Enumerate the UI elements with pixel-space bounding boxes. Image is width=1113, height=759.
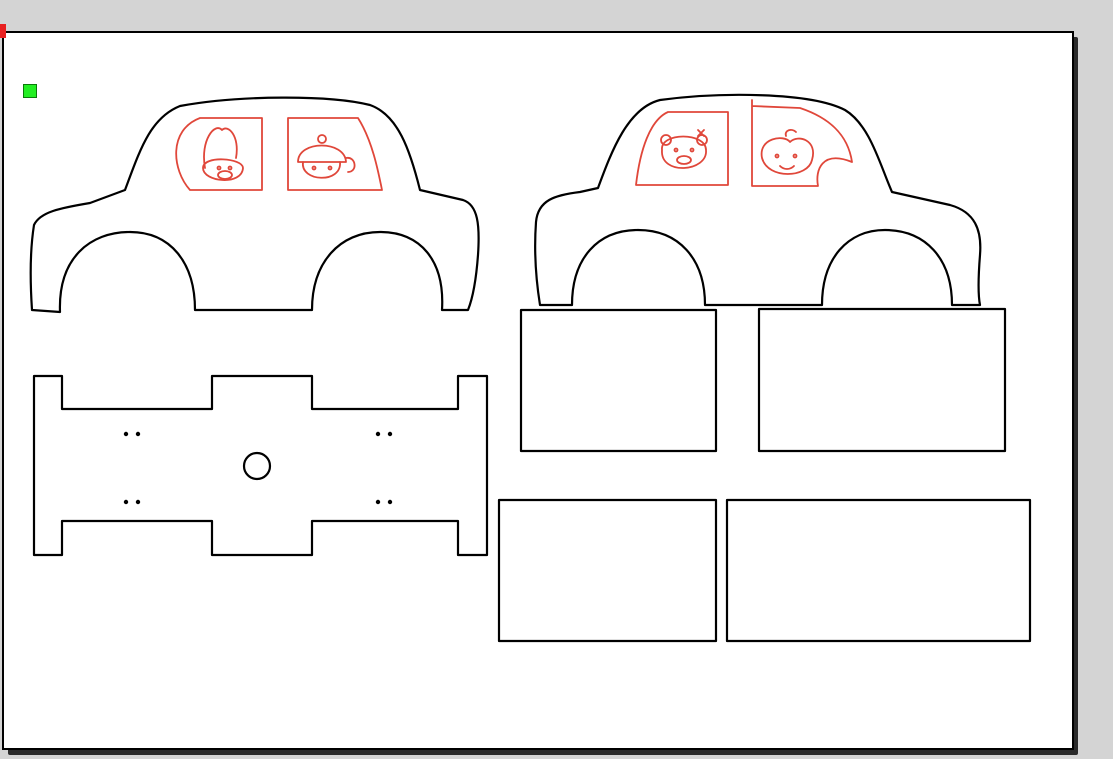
axle-dot <box>123 431 129 437</box>
car-side-right[interactable] <box>534 93 982 307</box>
rabbit-face-icon <box>202 127 244 181</box>
apple-face-icon <box>760 129 814 175</box>
panel-1[interactable] <box>519 308 718 453</box>
axle-dot <box>387 499 393 505</box>
center-hole <box>242 451 272 481</box>
workspace <box>0 0 1113 759</box>
panel-2[interactable] <box>757 307 1007 453</box>
right-car-rear-window <box>635 111 729 186</box>
axle-dot <box>135 431 141 437</box>
panel-3[interactable] <box>497 498 718 643</box>
drawing-canvas[interactable] <box>0 0 1113 759</box>
panel-4[interactable] <box>725 498 1032 643</box>
axle-dot <box>375 499 381 505</box>
mushroom-face-icon <box>297 134 356 179</box>
chassis-base[interactable] <box>32 374 489 557</box>
axle-dot <box>135 499 141 505</box>
axle-dot <box>375 431 381 437</box>
axle-dot <box>387 431 393 437</box>
axle-dot <box>123 499 129 505</box>
car-side-left[interactable] <box>29 96 480 314</box>
bear-face-icon <box>660 129 708 169</box>
left-car-front-window <box>287 117 383 191</box>
